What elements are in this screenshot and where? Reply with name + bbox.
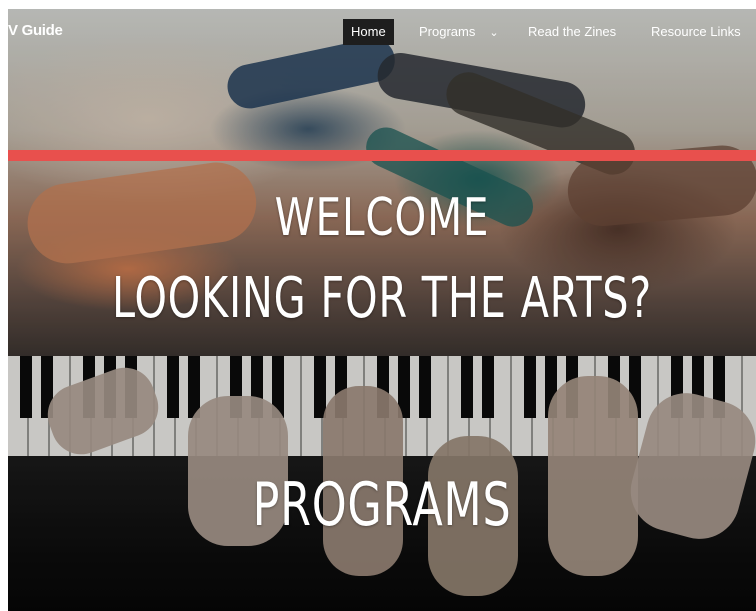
site-brand[interactable]: V Guide xyxy=(8,22,63,39)
programs-heading[interactable]: PROGRAMS xyxy=(105,470,659,540)
nav-programs[interactable]: Programs ⌄ xyxy=(411,19,507,45)
top-margin xyxy=(0,0,756,9)
nav-resource-links[interactable]: Resource Links xyxy=(643,19,749,45)
nav-programs-label: Programs xyxy=(419,24,476,39)
chevron-down-icon: ⌄ xyxy=(489,27,499,39)
nav-read-the-zines[interactable]: Read the Zines xyxy=(520,19,624,45)
accent-divider xyxy=(8,150,756,161)
left-margin xyxy=(0,0,8,611)
welcome-heading: WELCOME xyxy=(274,188,490,248)
top-navigation: V Guide Home Programs ⌄ Read the Zines Re… xyxy=(8,19,756,47)
looking-for-arts-heading: LOOKING FOR THE ARTS? xyxy=(111,266,653,331)
nav-home[interactable]: Home xyxy=(343,19,394,45)
